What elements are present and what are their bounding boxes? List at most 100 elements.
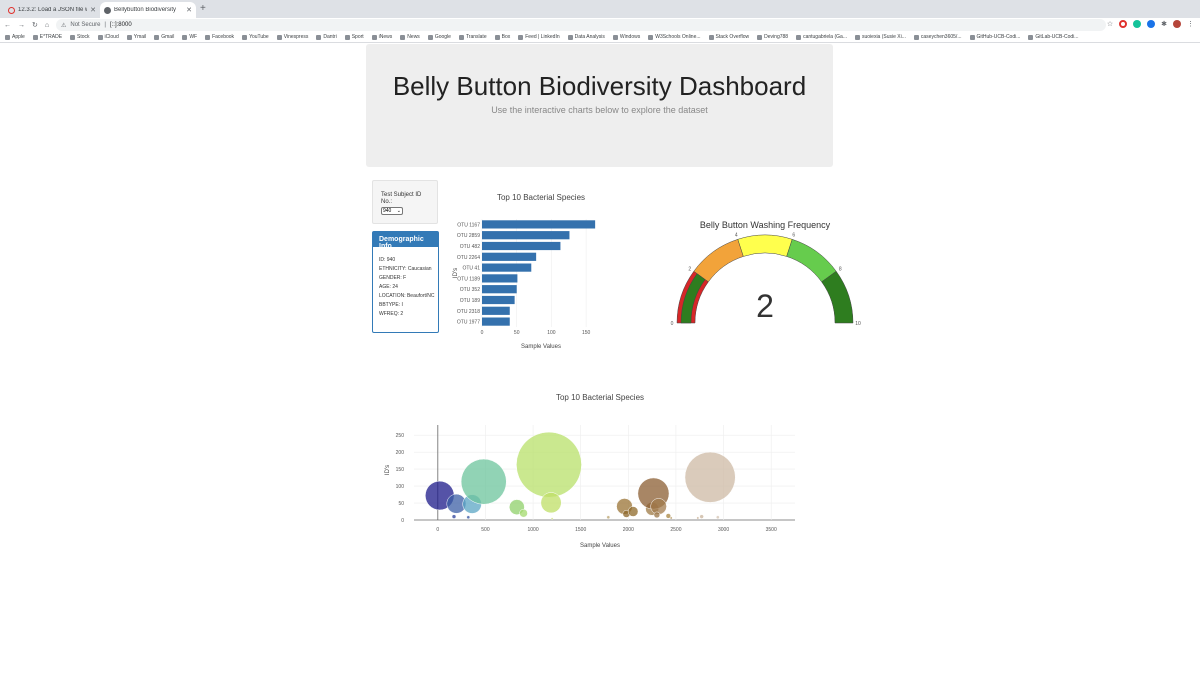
grammarly-extension-icon[interactable] <box>1133 20 1142 28</box>
bubble-point <box>425 480 455 511</box>
bar <box>482 231 570 240</box>
gauge-tick-label: 10 <box>855 321 861 327</box>
bookmark-item[interactable]: cantugabriela (Ga... <box>796 34 847 40</box>
demo-ethnicity: ETHNICITY: Caucasian <box>379 266 432 272</box>
bubble-point <box>606 515 611 520</box>
bookmark-item[interactable]: iCloud <box>97 34 119 40</box>
bookmark-item[interactable]: Dantri <box>316 34 337 40</box>
bar <box>482 274 518 283</box>
bookmark-icon <box>242 34 248 40</box>
tab-json-tutorial[interactable]: 12.3.2: Load a JSON file with ... ✕ <box>4 2 100 18</box>
bubble-point <box>509 499 525 515</box>
bookmark-item[interactable]: Feed | LinkedIn <box>518 34 560 40</box>
bookmark-label: Apple <box>12 34 25 40</box>
bar-chart: Top 10 Bacterial Species 0 50 100 150 OTU 116… <box>453 193 596 350</box>
bubble-y-tick-label: 250 <box>396 433 405 439</box>
bookmark-item[interactable]: WF <box>182 34 197 40</box>
bookmark-item[interactable]: News <box>400 34 420 40</box>
bookmark-item[interactable]: Data Analysis <box>567 34 605 40</box>
demo-id: ID: 940 <box>379 257 396 263</box>
forward-icon[interactable]: → <box>18 22 25 29</box>
bookmark-label: GitLab-UCB-Codi... <box>1035 34 1079 40</box>
bookmark-icon <box>5 34 10 40</box>
url-separator: | <box>104 22 106 28</box>
bubble-x-tick-label: 2500 <box>670 527 681 533</box>
bookmark-icon <box>518 34 524 40</box>
bookmark-icon <box>97 34 103 40</box>
bookmark-item[interactable]: Gmail <box>154 34 174 40</box>
new-tab-button[interactable]: + <box>200 3 206 14</box>
bubble-point <box>699 514 704 519</box>
opera-extension-icon[interactable] <box>1119 20 1128 28</box>
bookmark-item[interactable]: Sport <box>344 34 364 40</box>
gauge-tick-label: 0 <box>671 321 674 327</box>
bubble-point <box>650 498 667 515</box>
bookmark-label: E*TRADE <box>39 34 63 40</box>
demographic-panel-title: Demographic Info <box>373 232 438 250</box>
bookmark-label: Stack Overflow <box>715 34 750 40</box>
bookmark-item[interactable]: E*TRADE <box>32 34 63 40</box>
bookmark-icon <box>371 34 377 40</box>
bookmark-label: Sport <box>351 34 364 40</box>
bookmark-item[interactable]: iNews <box>371 34 392 40</box>
back-icon[interactable]: ← <box>4 22 11 29</box>
bookmark-item[interactable]: Apple <box>5 34 25 40</box>
bubble-point <box>637 477 670 510</box>
bubble-point <box>627 506 639 517</box>
bar-category-label: OTU 1189 <box>457 276 480 282</box>
bookmark-item[interactable]: Facebook <box>205 34 234 40</box>
bar <box>482 241 561 251</box>
bookmark-item[interactable]: caseychen3605/... <box>913 34 962 40</box>
bar-category-label: OTU 41 <box>462 266 480 272</box>
address-bar[interactable]: ⚠ Not Secure | [::]:8000 <box>56 19 1106 31</box>
bar-y-axis-label: ID's <box>453 268 459 278</box>
bubble-point <box>645 501 659 516</box>
bookmark-item[interactable]: YouTube <box>242 34 269 40</box>
bookmark-label: YouTube <box>249 34 269 40</box>
close-icon[interactable]: ✕ <box>186 6 192 14</box>
bubble-x-tick-label: 3500 <box>766 527 777 533</box>
bubble-point <box>616 498 633 515</box>
bookmark-icon <box>32 34 38 40</box>
menu-icon[interactable]: ⋮ <box>1187 20 1194 28</box>
bar-x-tick-label: 0 <box>481 330 484 336</box>
bar <box>482 220 596 229</box>
bookmark-icon <box>757 34 763 40</box>
bookmark-item[interactable]: Stack Overflow <box>708 34 750 40</box>
bookmark-item[interactable]: Ymail <box>126 34 146 40</box>
bubble-point <box>669 516 673 520</box>
profile-avatar[interactable] <box>1173 20 1181 28</box>
bookmark-item[interactable]: GitLab-UCB-Codi... <box>1028 34 1078 40</box>
bookmark-item[interactable]: Vinespress <box>276 34 308 40</box>
bookmark-icon <box>316 34 322 40</box>
tab-strip: 12.3.2: Load a JSON file with ... ✕ Bell… <box>0 0 1200 18</box>
home-icon[interactable]: ⌂ <box>45 22 49 29</box>
bookmark-item[interactable]: W3Schools Online... <box>648 34 701 40</box>
subject-id-dropdown[interactable]: 940 ⌄ <box>381 207 403 215</box>
close-icon[interactable]: ✕ <box>90 6 96 14</box>
bookmark-item[interactable]: Windows <box>612 34 640 40</box>
bubble-point <box>451 514 457 519</box>
bubble-point <box>696 516 700 520</box>
demo-bbtype: BBTYPE: I <box>379 302 403 308</box>
bookmark-item[interactable]: suoiexia (Susie Xi... <box>854 34 906 40</box>
reload-icon[interactable]: ↻ <box>32 21 38 29</box>
puzzle-icon[interactable]: ✱ <box>1161 20 1167 28</box>
bookmark-item[interactable]: Translate <box>458 34 487 40</box>
bookmark-item[interactable]: Google <box>427 34 451 40</box>
bookmark-item[interactable]: GitHub-UCB-Codi... <box>969 34 1020 40</box>
extensions-area: ☆ ✱ ⋮ <box>1107 20 1194 28</box>
bar-category-label: OTU 352 <box>460 287 481 293</box>
bookmark-star-icon[interactable]: ☆ <box>1107 20 1113 28</box>
bookmarks-bar: Apple E*TRADE Stock iCloud Ymail Gmail WF Faceb… <box>0 32 1200 43</box>
bookmark-label: Gmail <box>161 34 175 40</box>
bubble-y-tick-label: 100 <box>396 484 405 490</box>
bookmark-label: Facebook <box>212 34 235 40</box>
bookmark-item[interactable]: Stock <box>70 34 90 40</box>
tab-bellybutton[interactable]: Bellybutton Biodiversity ✕ <box>100 2 196 18</box>
bookmark-item[interactable]: Box <box>494 34 510 40</box>
bar-category-label: OTU 2859 <box>457 233 480 239</box>
bar <box>482 263 532 272</box>
extension-icon[interactable] <box>1147 20 1156 28</box>
bookmark-item[interactable]: Deving788 <box>757 34 788 40</box>
